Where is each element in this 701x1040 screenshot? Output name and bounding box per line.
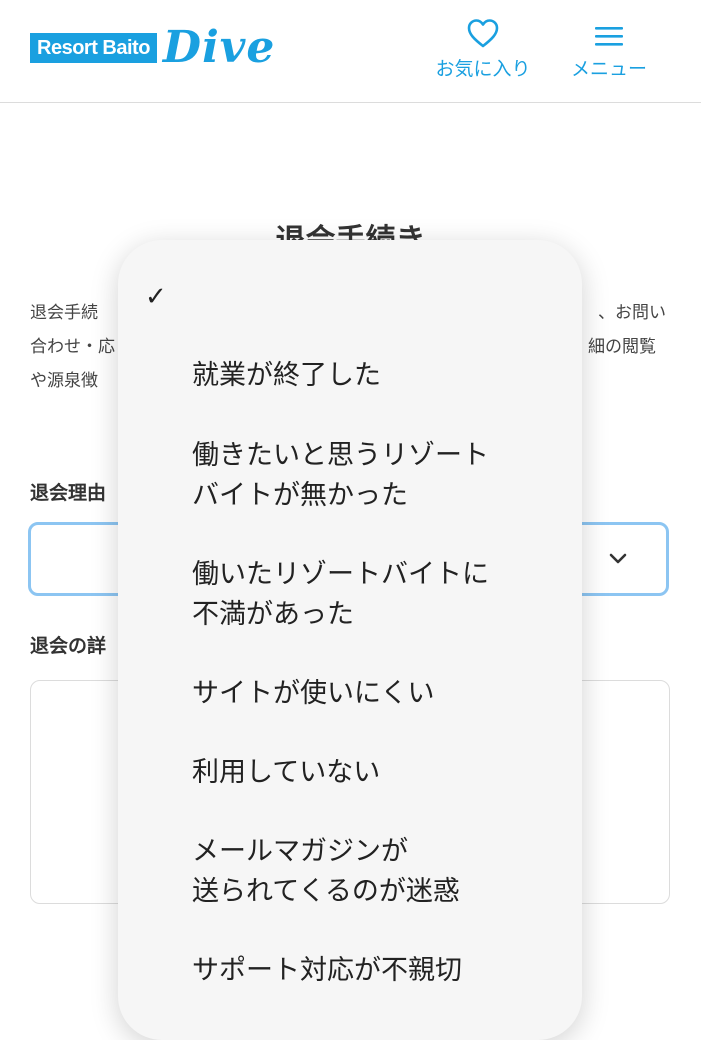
option-line: 送られてくるのが迷惑 [192,876,460,907]
favorites-label: お気に入り [435,58,531,80]
chevron-down-icon [608,551,628,570]
intro-line-right: 細の閲覧 [588,337,656,357]
site-logo[interactable]: Resort Baito Dive [30,20,275,75]
option-line: 働きたいと思うリゾート [192,440,489,471]
menu-button[interactable]: メニュー [562,14,656,81]
reason-label: 退会理由 [30,482,107,504]
option-line: 利用していない [192,757,381,788]
dropdown-option[interactable]: サポート対応が不親切 [192,951,462,991]
reason-dropdown-menu: ✓ 就業が終了した 働きたいと思うリゾート バイトが無かった 働いたリゾートバイ… [118,240,582,1040]
option-line: メールマガジンが [192,836,408,867]
intro-line-left: や源泉徴 [30,371,98,391]
dropdown-option[interactable]: 就業が終了した [192,356,381,396]
logo-script-text: Dive [162,21,276,73]
heart-icon [430,14,536,48]
dropdown-option[interactable]: メールマガジンが 送られてくるのが迷惑 [192,832,460,912]
option-line: サイトが使いにくい [192,678,435,709]
dropdown-option[interactable]: 働いたリゾートバイトに 不満があった [192,555,489,635]
site-header: Resort Baito Dive お気に入り メニュー [0,0,701,103]
option-line: 不満があった [192,599,354,630]
dropdown-option[interactable]: サイトが使いにくい [192,674,434,714]
option-line: 就業が終了した [192,360,381,391]
dropdown-option[interactable]: 利用していない [192,753,380,793]
option-line: 働いたリゾートバイトに [192,559,489,590]
logo-box-text: Resort Baito [30,32,157,63]
intro-line-left: 合わせ・応 [30,337,115,357]
hamburger-icon [562,14,656,48]
favorites-button[interactable]: お気に入り [430,14,536,81]
option-line: サポート対応が不親切 [192,955,462,986]
intro-line-left: 退会手続 [30,303,98,323]
intro-line-right: 、お問い [598,303,666,323]
checkmark-icon: ✓ [145,282,167,312]
dropdown-option[interactable]: 働きたいと思うリゾート バイトが無かった [192,436,489,516]
option-line: バイトが無かった [192,480,408,511]
menu-label: メニュー [570,58,647,80]
detail-label: 退会の詳 [30,635,107,657]
